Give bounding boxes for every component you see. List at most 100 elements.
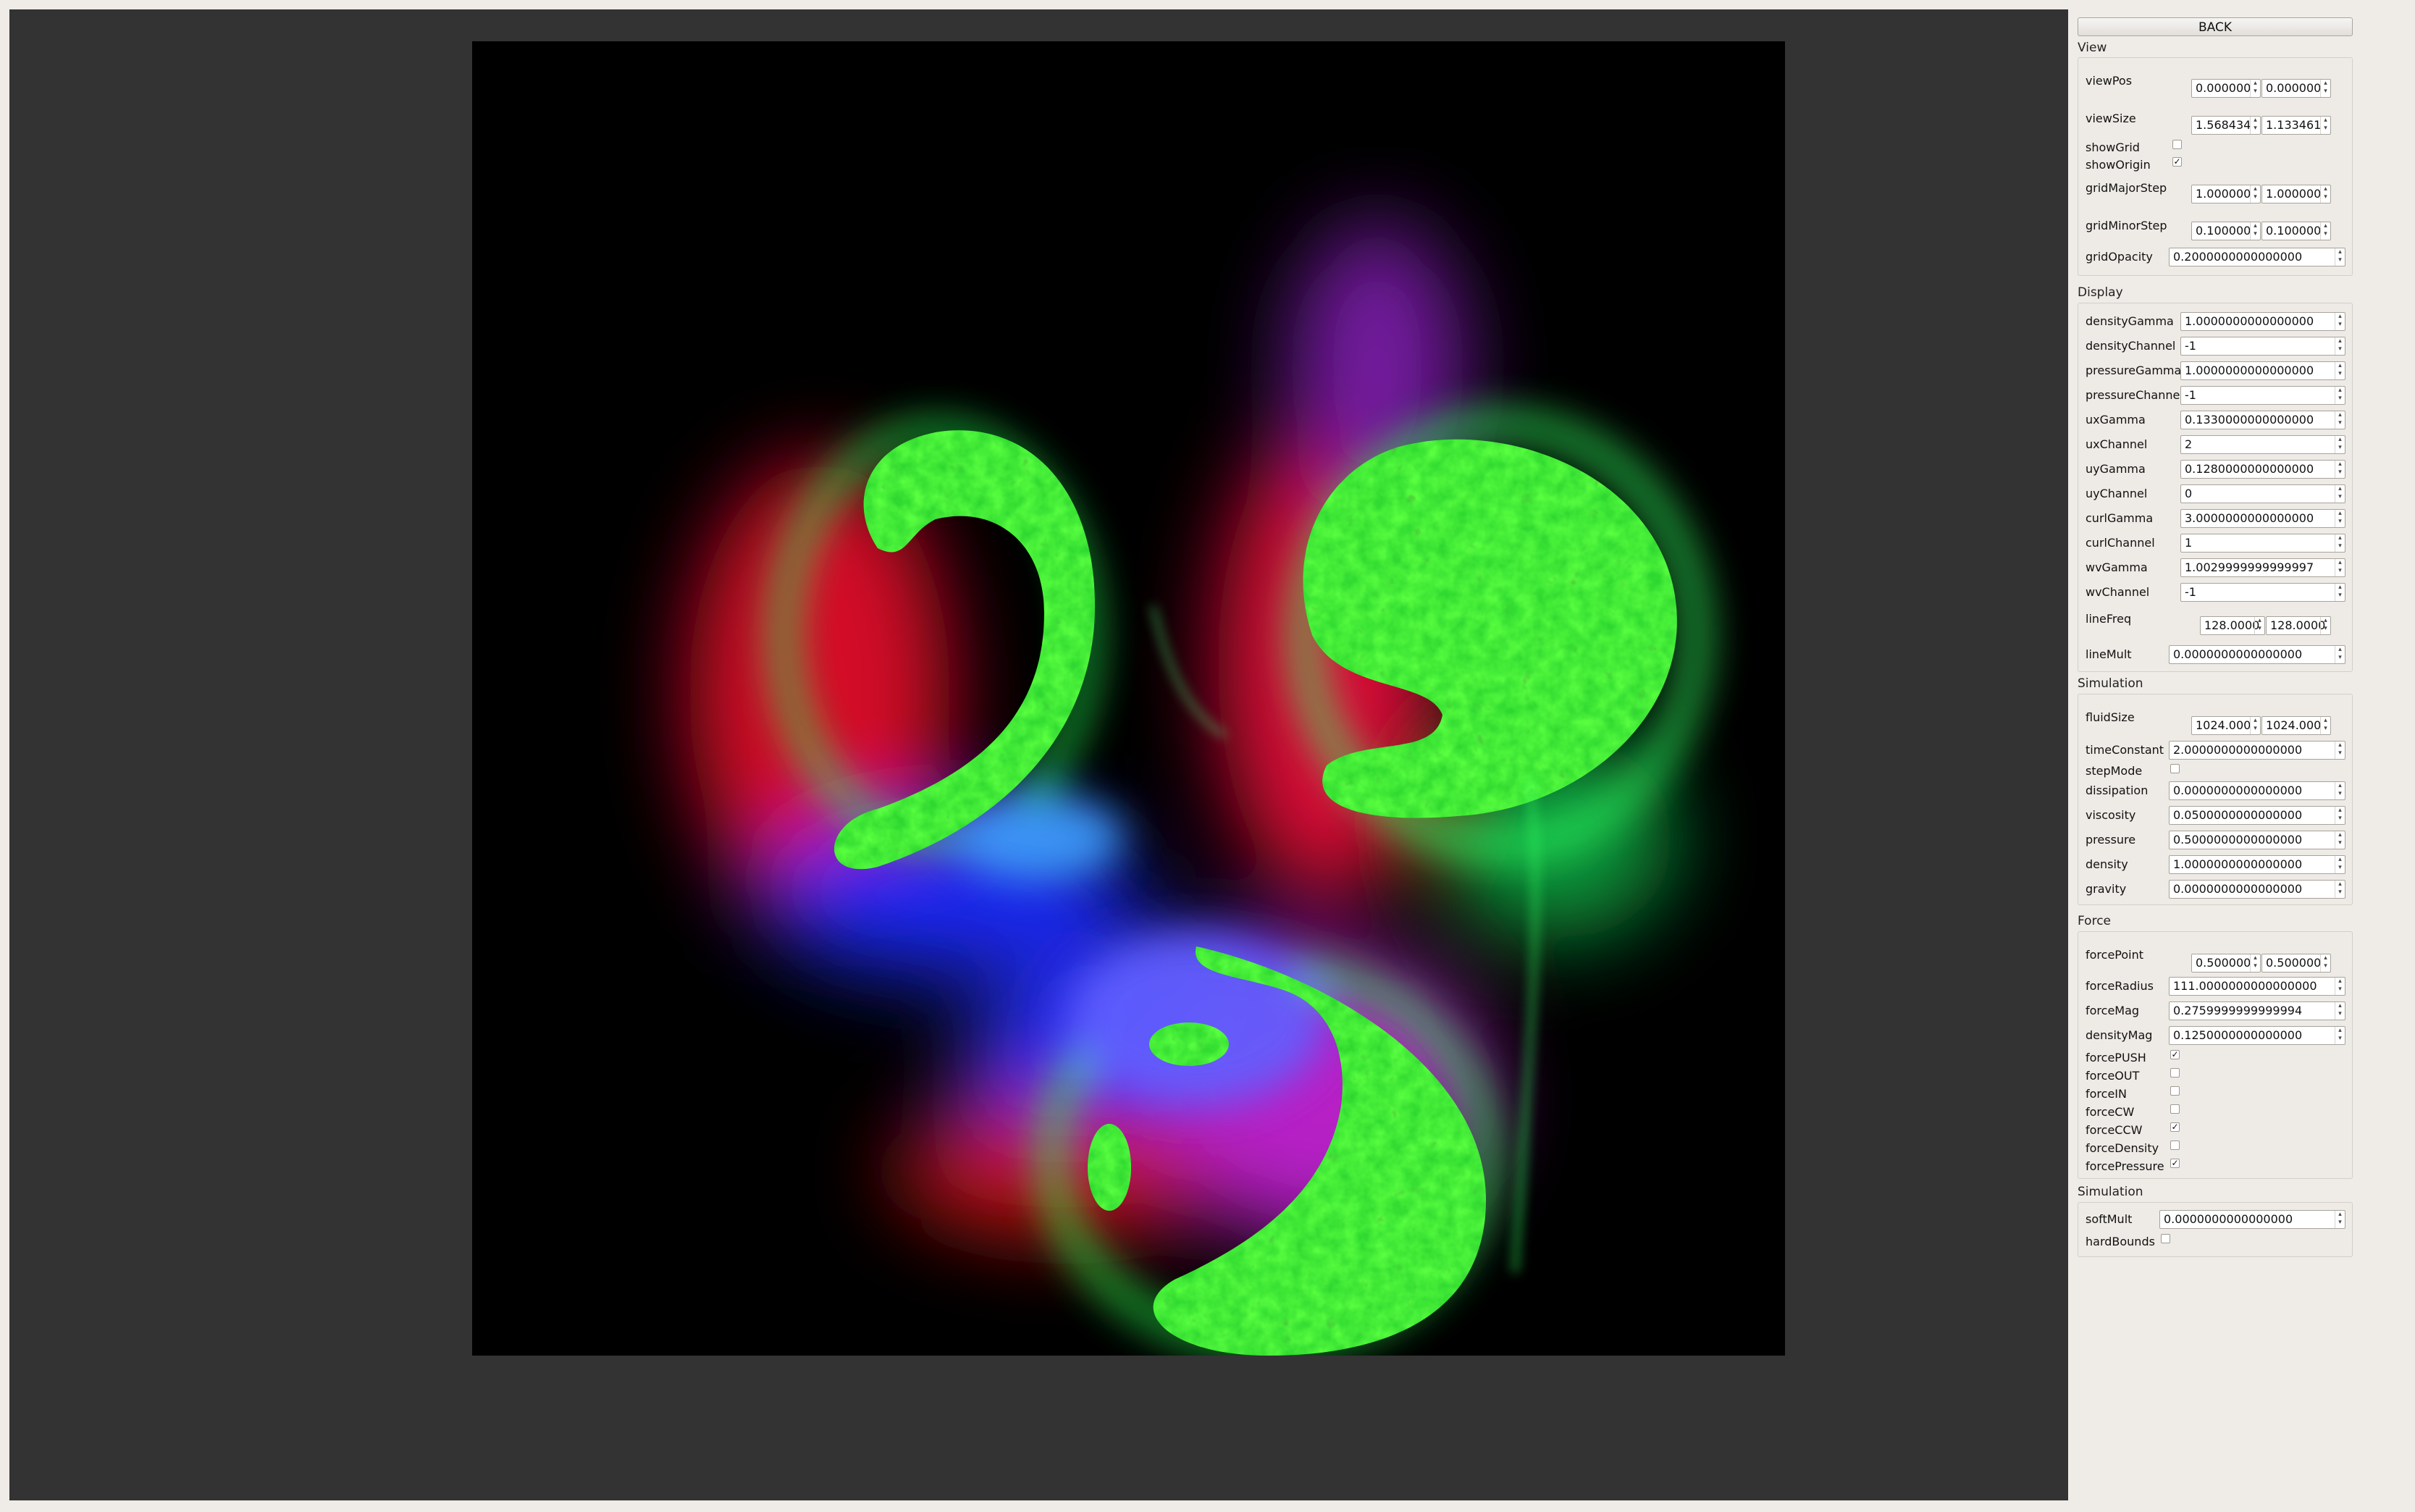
viewSize-y-spinbox[interactable]: 1.133461 ▴ ▾: [2261, 116, 2331, 135]
spin-arrows-icon[interactable]: ▴ ▾: [2254, 617, 2264, 634]
density-spinbox[interactable]: 1.0000000000000000 ▴ ▾: [2169, 855, 2345, 874]
lineFreq-x-spinbox[interactable]: 128.0000 ▴ ▾: [2200, 616, 2265, 635]
timeConstant-spinbox[interactable]: 2.0000000000000000 ▴ ▾: [2169, 741, 2345, 760]
gridMajorStep-label: gridMajorStep: [2086, 181, 2167, 195]
spin-arrows-icon[interactable]: ▴ ▾: [2335, 742, 2345, 759]
spin-arrows-icon[interactable]: ▴ ▾: [2335, 534, 2345, 552]
back-button[interactable]: BACK: [2078, 17, 2353, 36]
spin-arrows-icon[interactable]: ▴ ▾: [2335, 461, 2345, 478]
forceCCW-checkbox[interactable]: ✓: [2170, 1122, 2180, 1132]
spin-arrows-icon[interactable]: ▴ ▾: [2335, 411, 2345, 429]
pressureGamma-spinbox[interactable]: 1.0000000000000000 ▴ ▾: [2180, 361, 2345, 380]
gridMajorStep-y-spinbox[interactable]: 1.000000 ▴ ▾: [2261, 185, 2331, 203]
spin-arrows-icon[interactable]: ▴ ▾: [2250, 717, 2260, 734]
spin-arrows-icon[interactable]: ▴ ▾: [2335, 646, 2345, 663]
fluidSize-x-spinbox[interactable]: 1024.000 ▴ ▾: [2191, 716, 2261, 735]
spin-arrows-icon[interactable]: ▴ ▾: [2335, 362, 2345, 379]
spin-arrows-icon[interactable]: ▴ ▾: [2335, 1027, 2345, 1044]
spin-arrows-icon[interactable]: ▴ ▾: [2320, 617, 2330, 634]
fluidSize-y-spinbox[interactable]: 1024.000 ▴ ▾: [2261, 716, 2331, 735]
spin-arrows-icon[interactable]: ▴ ▾: [2335, 248, 2345, 266]
curlChannel-spinbox[interactable]: 1 ▴ ▾: [2180, 534, 2345, 553]
spin-arrows-icon[interactable]: ▴ ▾: [2335, 313, 2345, 330]
densityGamma-spinbox[interactable]: 1.0000000000000000 ▴ ▾: [2180, 312, 2345, 331]
uyChannel-spinbox[interactable]: 0 ▴ ▾: [2180, 484, 2345, 503]
spin-arrows-icon[interactable]: ▴ ▾: [2335, 510, 2345, 527]
spin-arrows-icon[interactable]: ▴ ▾: [2320, 717, 2330, 734]
uxChannel-spinbox[interactable]: 2 ▴ ▾: [2180, 435, 2345, 454]
pressureChannel-spinbox[interactable]: -1 ▴ ▾: [2180, 386, 2345, 405]
showOrigin-label: showOrigin: [2086, 158, 2151, 172]
uxGamma-spinbox[interactable]: 0.1330000000000000 ▴ ▾: [2180, 411, 2345, 429]
spin-arrows-icon[interactable]: ▴ ▾: [2335, 1002, 2345, 1020]
spin-arrows-icon[interactable]: ▴ ▾: [2335, 856, 2345, 873]
spin-arrows-icon[interactable]: ▴ ▾: [2335, 337, 2345, 355]
viscosity-spinbox[interactable]: 0.0500000000000000 ▴ ▾: [2169, 806, 2345, 825]
wvGamma-spinbox[interactable]: 1.0029999999999997 ▴ ▾: [2180, 558, 2345, 577]
pressureGamma-label: pressureGamma: [2086, 364, 2182, 377]
softMult-spinbox[interactable]: 0.0000000000000000 ▴ ▾: [2159, 1210, 2345, 1229]
viewPos-x-spinbox[interactable]: 0.000000 ▴ ▾: [2191, 79, 2261, 98]
spin-arrows-icon[interactable]: ▴ ▾: [2320, 80, 2330, 97]
gravity-spinbox[interactable]: 0.0000000000000000 ▴ ▾: [2169, 880, 2345, 899]
spin-arrows-icon[interactable]: ▴ ▾: [2250, 222, 2260, 240]
forceIN-checkbox[interactable]: [2170, 1086, 2180, 1096]
forceDensity-checkbox[interactable]: [2170, 1141, 2180, 1150]
gridOpacity-spinbox[interactable]: 0.2000000000000000 ▴ ▾: [2169, 248, 2345, 266]
pressure-spinbox[interactable]: 0.5000000000000000 ▴ ▾: [2169, 831, 2345, 849]
group-simulation: fluidSize 1024.000 ▴ ▾ 1024.000 ▴ ▾ timeCons…: [2078, 694, 2353, 905]
forcePUSH-checkbox[interactable]: ✓: [2170, 1050, 2180, 1059]
forceRadius-spinbox[interactable]: 111.0000000000000000 ▴ ▾: [2169, 977, 2345, 996]
fluid-viewport[interactable]: [9, 9, 2068, 1500]
showGrid-checkbox[interactable]: [2172, 140, 2182, 149]
spin-arrows-icon[interactable]: ▴ ▾: [2250, 117, 2260, 134]
spin-arrows-icon[interactable]: ▴ ▾: [2335, 436, 2345, 453]
spin-arrows-icon[interactable]: ▴ ▾: [2250, 954, 2260, 972]
spin-arrows-icon[interactable]: ▴ ▾: [2335, 782, 2345, 799]
spin-arrows-icon[interactable]: ▴ ▾: [2335, 485, 2345, 503]
curlGamma-spinbox[interactable]: 3.0000000000000000 ▴ ▾: [2180, 509, 2345, 528]
uyGamma-spinbox[interactable]: 0.1280000000000000 ▴ ▾: [2180, 460, 2345, 479]
spin-arrows-icon[interactable]: ▴ ▾: [2250, 80, 2260, 97]
pressureChannel-value: -1: [2185, 388, 2196, 402]
gridMajorStep-x-spinbox[interactable]: 1.000000 ▴ ▾: [2191, 185, 2261, 203]
spin-arrows-icon[interactable]: ▴ ▾: [2250, 185, 2260, 203]
densityMag-spinbox[interactable]: 0.1250000000000000 ▴ ▾: [2169, 1026, 2345, 1045]
forceOUT-checkbox[interactable]: [2170, 1068, 2180, 1078]
gridMinorStep-x-spinbox[interactable]: 0.100000 ▴ ▾: [2191, 222, 2261, 240]
stepMode-checkbox[interactable]: [2170, 764, 2180, 773]
spin-arrows-icon[interactable]: ▴ ▾: [2320, 954, 2330, 972]
viewSize-x-spinbox[interactable]: 1.568434 ▴ ▾: [2191, 116, 2261, 135]
spin-arrows-icon[interactable]: ▴ ▾: [2335, 584, 2345, 601]
forcePoint-x-spinbox[interactable]: 0.500000 ▴ ▾: [2191, 954, 2261, 973]
spin-arrows-icon[interactable]: ▴ ▾: [2335, 387, 2345, 404]
spin-arrows-icon[interactable]: ▴ ▾: [2320, 222, 2330, 240]
fluid-simulation-canvas[interactable]: [472, 41, 1785, 1356]
spin-arrows-icon[interactable]: ▴ ▾: [2320, 185, 2330, 203]
lineFreq-y-value: 128.0000: [2270, 618, 2326, 632]
spin-arrows-icon[interactable]: ▴ ▾: [2335, 559, 2345, 576]
spin-arrows-icon[interactable]: ▴ ▾: [2335, 1211, 2345, 1228]
wvChannel-spinbox[interactable]: -1 ▴ ▾: [2180, 583, 2345, 602]
hardBounds-checkbox[interactable]: [2161, 1234, 2170, 1243]
forceCW-label: forceCW: [2086, 1105, 2135, 1119]
lineFreq-y-spinbox[interactable]: 128.0000 ▴ ▾: [2266, 616, 2331, 635]
forcePressure-checkbox[interactable]: ✓: [2170, 1159, 2180, 1168]
spin-arrows-icon[interactable]: ▴ ▾: [2335, 881, 2345, 898]
spin-arrows-icon[interactable]: ▴ ▾: [2335, 978, 2345, 995]
spin-arrows-icon[interactable]: ▴ ▾: [2335, 831, 2345, 849]
densityChannel-spinbox[interactable]: -1 ▴ ▾: [2180, 337, 2345, 356]
spin-arrows-icon[interactable]: ▴ ▾: [2335, 807, 2345, 824]
uxChannel-label: uxChannel: [2086, 437, 2148, 451]
pressureGamma-value: 1.0000000000000000: [2185, 364, 2314, 377]
dissipation-spinbox[interactable]: 0.0000000000000000 ▴ ▾: [2169, 781, 2345, 800]
gridMinorStep-y-spinbox[interactable]: 0.100000 ▴ ▾: [2261, 222, 2331, 240]
viewPos-y-spinbox[interactable]: 0.000000 ▴ ▾: [2261, 79, 2331, 98]
forcePoint-y-spinbox[interactable]: 0.500000 ▴ ▾: [2261, 954, 2331, 973]
showOrigin-checkbox[interactable]: ✓: [2172, 157, 2182, 167]
forceCW-checkbox[interactable]: [2170, 1104, 2180, 1114]
lineMult-spinbox[interactable]: 0.0000000000000000 ▴ ▾: [2169, 645, 2345, 664]
forceMag-spinbox[interactable]: 0.2759999999999994 ▴ ▾: [2169, 1001, 2345, 1020]
spin-arrows-icon[interactable]: ▴ ▾: [2320, 117, 2330, 134]
uyChannel-label: uyChannel: [2086, 487, 2148, 500]
